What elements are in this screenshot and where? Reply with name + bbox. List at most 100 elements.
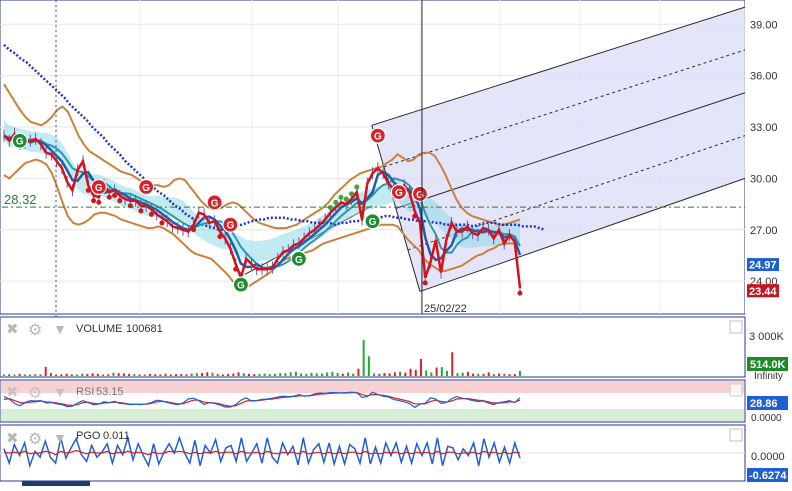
volume-bar — [29, 374, 32, 376]
trend-dot — [148, 211, 154, 217]
volume-bar — [466, 371, 469, 376]
volume-bar — [70, 374, 73, 376]
volume-bar — [331, 371, 334, 376]
close-icon[interactable]: ✖ — [6, 321, 19, 338]
signal-marker-label: G — [295, 255, 303, 266]
volume-bar — [96, 373, 99, 376]
signal-marker-sell: G — [411, 185, 429, 202]
volume-bar — [456, 373, 459, 376]
pgo-value: 0.011 — [103, 430, 130, 442]
volume-bar — [112, 372, 115, 376]
last-price-badge-blue-text: 24.97 — [749, 260, 777, 272]
signal-marker-label: G — [416, 190, 424, 201]
price-axis-tick-label: 39.00 — [750, 19, 778, 31]
trend-dot — [338, 194, 344, 200]
volume-bar — [117, 373, 120, 376]
trend-dot — [343, 196, 349, 202]
volume-badge-text: 514.0K — [750, 359, 786, 371]
volume-bar — [169, 374, 172, 376]
signal-marker-label: G — [211, 198, 219, 209]
trend-dot — [112, 193, 118, 199]
volume-bar — [451, 352, 454, 376]
volume-bar — [367, 356, 370, 376]
gear-icon[interactable]: ⚙ — [28, 322, 42, 339]
trend-dot — [106, 194, 112, 200]
trend-dot — [517, 290, 523, 296]
trend-dot — [85, 187, 91, 193]
pgo-panel-checkbox[interactable] — [729, 428, 743, 442]
volume-bar — [341, 373, 344, 376]
volume-bar — [305, 373, 308, 376]
last-price-badge-blue: 24.97 — [747, 258, 779, 272]
volume-bar — [190, 373, 193, 376]
volume-bar — [13, 374, 16, 376]
volume-bar — [148, 374, 151, 376]
rsi-badge-text: 28.86 — [750, 398, 778, 410]
volume-bar — [242, 373, 245, 376]
signal-marker-label: G — [95, 183, 103, 194]
volume-bar — [216, 374, 219, 376]
volume-bar — [185, 374, 188, 376]
volume-bar — [133, 374, 136, 376]
arrow-down-icon[interactable]: ▼ — [53, 430, 67, 446]
volume-panel-checkbox[interactable] — [729, 320, 743, 334]
volume-bar — [164, 373, 167, 376]
rsi-oversold-band — [1, 409, 744, 421]
pgo-title: PGO — [76, 430, 101, 442]
price-axis-tick-label: 30.00 — [750, 173, 778, 185]
volume-bar — [492, 374, 495, 376]
gear-icon[interactable]: ⚙ — [28, 385, 42, 402]
signal-marker-label: G — [395, 188, 403, 199]
rsi-value: 53.15 — [96, 386, 124, 398]
volume-value: 100681 — [126, 323, 163, 335]
volume-bar — [336, 372, 339, 376]
gear-icon[interactable]: ⚙ — [28, 431, 42, 448]
volume-bar — [519, 370, 521, 376]
volume-bar — [49, 373, 52, 376]
rsi-panel-checkbox[interactable] — [729, 383, 743, 397]
rsi-panel: ✖ ⚙ ▼ RSI 53.15 28.86 0.0000 — [0, 379, 788, 424]
last-price-badge-red: 23.44 — [747, 284, 779, 298]
volume-bar — [414, 369, 417, 376]
trend-dot — [159, 220, 165, 226]
signal-marker-label: G — [237, 281, 245, 292]
volume-bar — [107, 374, 110, 376]
trend-dot — [91, 198, 97, 204]
volume-bar — [201, 372, 204, 376]
volume-bar — [347, 372, 349, 376]
trend-dot — [422, 280, 428, 286]
volume-bar — [357, 368, 360, 376]
trend-dot — [96, 199, 102, 205]
last-price-badge-red-text: 23.44 — [749, 286, 777, 298]
volume-bar — [320, 373, 323, 376]
arrow-down-icon[interactable]: ▼ — [53, 321, 67, 337]
volume-bar — [91, 373, 94, 376]
trend-dot — [117, 198, 123, 204]
volume-bar — [23, 374, 26, 376]
trend-dot — [138, 208, 144, 214]
close-icon[interactable]: ✖ — [6, 384, 19, 401]
rsi-axis-bottom-label: 0.0000 — [751, 413, 782, 424]
volume-bar — [122, 373, 125, 376]
volume-bar — [284, 373, 287, 376]
volume-bar — [81, 373, 84, 376]
close-icon[interactable]: ✖ — [6, 430, 19, 447]
volume-bar — [498, 373, 501, 376]
volume-bar — [247, 373, 250, 376]
volume-bar — [362, 340, 365, 376]
price-axis-tick-label: 27.00 — [750, 225, 778, 237]
volume-bar — [508, 374, 511, 376]
signal-marker-label: G — [142, 183, 150, 194]
volume-axis-top-label: 3 000K — [749, 331, 785, 343]
signal-marker-label: G — [16, 137, 24, 148]
volume-bar — [211, 372, 214, 376]
horizontal-scrollbar-thumb[interactable] — [22, 481, 90, 486]
signal-marker-sell: G — [390, 184, 407, 201]
price-axis-tick-label: 33.00 — [750, 122, 778, 134]
volume-bar — [310, 372, 313, 376]
rsi-title: RSI — [76, 386, 94, 398]
volume-bar — [8, 374, 11, 376]
arrow-down-icon[interactable]: ▼ — [53, 384, 67, 400]
volume-bar — [513, 374, 516, 376]
volume-bar — [102, 374, 105, 376]
